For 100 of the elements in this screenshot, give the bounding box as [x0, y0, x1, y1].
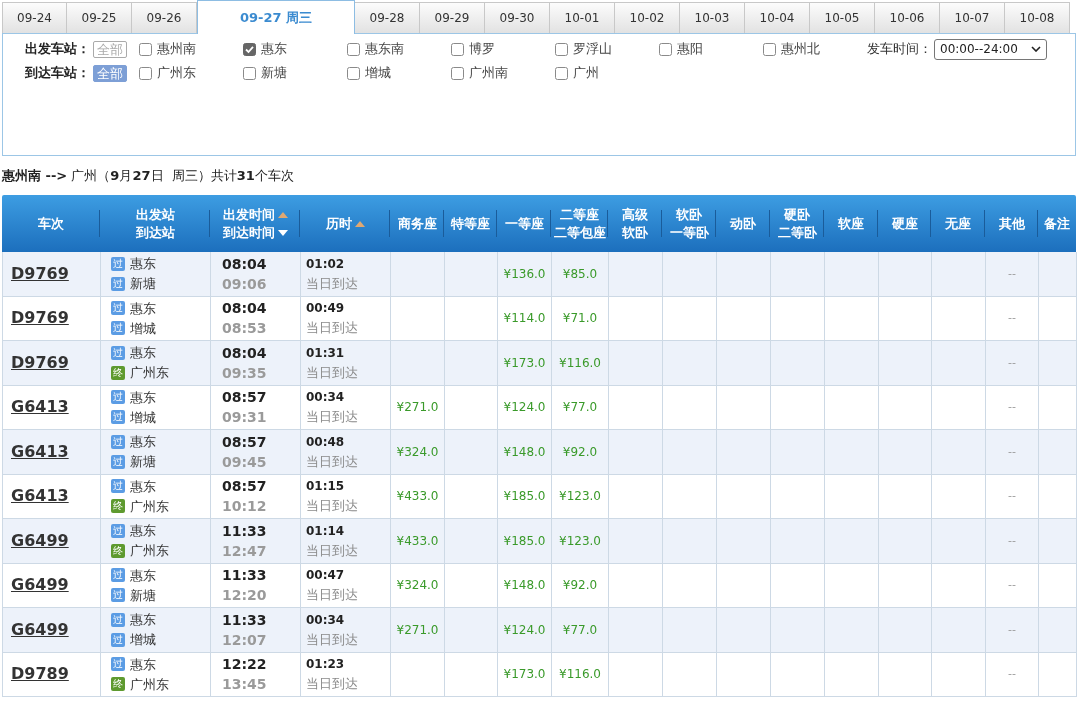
- column-header-label: 软座: [838, 215, 864, 232]
- checkbox[interactable]: [451, 42, 464, 56]
- checkbox[interactable]: [763, 42, 776, 56]
- arrival-day: 当日到达: [306, 496, 390, 517]
- column-header-label: 其他: [998, 215, 1025, 232]
- price-cell[interactable]: ¥116.0: [552, 652, 609, 697]
- date-tab[interactable]: 09-27 周三: [197, 0, 355, 34]
- date-tab[interactable]: 09-29: [420, 2, 485, 33]
- station-name: 惠东: [130, 566, 156, 585]
- station-name: 惠东: [130, 299, 156, 318]
- column-header-label: 特等座: [451, 215, 490, 232]
- arrival-time: 09:35: [222, 363, 268, 383]
- column-header-label: 到达站: [135, 224, 175, 241]
- other-seat-cell: --: [986, 608, 1039, 653]
- duration: 01:14: [306, 522, 346, 540]
- station-type-tag: 过: [111, 276, 125, 291]
- station-name: 惠东: [130, 655, 156, 674]
- sort-up-icon[interactable]: [354, 220, 365, 227]
- departure-time: 11:33: [222, 610, 268, 630]
- checkbox[interactable]: [139, 42, 152, 56]
- departure-time: 08:57: [222, 432, 268, 452]
- departure-time: 08:57: [222, 388, 268, 408]
- date-tab[interactable]: 10-05: [810, 2, 875, 33]
- sort-down-icon[interactable]: [277, 229, 288, 236]
- arrival-time: 13:45: [222, 675, 268, 695]
- station-type-tag: 过: [111, 523, 125, 538]
- column-header-label[interactable]: 到达时间: [222, 224, 275, 241]
- station-name: 增城: [130, 631, 156, 649]
- date-tab[interactable]: 10-01: [550, 2, 615, 33]
- column-header-label: 软卧: [676, 206, 702, 223]
- date-tab[interactable]: 09-30: [485, 2, 550, 33]
- train-number-link[interactable]: D9769: [11, 350, 69, 375]
- departure-time: 11:33: [222, 521, 268, 541]
- train-number-link[interactable]: G6413: [11, 484, 69, 509]
- sort-up-icon[interactable]: [277, 211, 288, 218]
- checkbox[interactable]: [555, 42, 568, 56]
- station-option-label[interactable]: 广州东: [157, 63, 196, 83]
- filter-label: 出发车站：: [25, 40, 91, 59]
- date-tab[interactable]: 10-03: [680, 2, 745, 33]
- train-number-link[interactable]: G6413: [11, 439, 69, 464]
- station-option-label[interactable]: 广州南: [469, 63, 508, 83]
- station-option-label[interactable]: 新塘: [261, 63, 287, 83]
- column-header-label[interactable]: 历时: [325, 215, 352, 232]
- train-number-link[interactable]: D9789: [11, 662, 69, 687]
- station-type-tag: 过: [111, 410, 125, 425]
- checkbox[interactable]: [347, 66, 360, 80]
- checkbox[interactable]: [555, 66, 568, 80]
- station-option-label[interactable]: 惠州北: [781, 39, 820, 59]
- checkbox[interactable]: [347, 42, 360, 56]
- time-range-select[interactable]: 00:00--24:00: [934, 38, 1047, 60]
- duration: 00:34: [306, 611, 346, 629]
- date-tab[interactable]: 09-26: [132, 2, 197, 33]
- other-seat-cell: --: [986, 519, 1039, 564]
- station-name: 新塘: [130, 586, 156, 605]
- train-number-link[interactable]: G6499: [11, 573, 69, 598]
- checkbox[interactable]: [659, 42, 672, 56]
- date-tab[interactable]: 09-24: [2, 2, 67, 33]
- station-option-label[interactable]: 惠东南: [365, 39, 404, 59]
- station-type-tag: 终: [111, 677, 125, 692]
- station-option-label[interactable]: 罗浮山: [573, 39, 612, 59]
- other-seat-cell: --: [986, 652, 1039, 697]
- train-number-link[interactable]: G6499: [11, 617, 69, 642]
- station-name: 新塘: [130, 275, 156, 293]
- station-option-label[interactable]: 增城: [365, 63, 391, 83]
- station-option-label[interactable]: 惠阳: [677, 39, 703, 59]
- price-cell[interactable]: ¥173.0: [498, 652, 552, 697]
- checkbox[interactable]: [243, 42, 256, 56]
- checkbox[interactable]: [139, 66, 152, 80]
- checkbox[interactable]: [243, 66, 256, 80]
- other-seat-cell: --: [986, 430, 1039, 475]
- checkbox[interactable]: [451, 66, 464, 80]
- train-number-link[interactable]: G6499: [11, 528, 69, 553]
- station-name: 增城: [130, 319, 156, 338]
- date-tab[interactable]: 10-02: [615, 2, 680, 33]
- column-header-label[interactable]: 出发时间: [222, 206, 275, 223]
- date-tab[interactable]: 10-07: [940, 2, 1005, 33]
- date-tab[interactable]: 09-25: [67, 2, 132, 33]
- date-tab[interactable]: 09-28: [355, 2, 420, 33]
- train-number-link[interactable]: D9769: [11, 261, 69, 286]
- arrival-day: 当日到达: [306, 407, 390, 428]
- train-number-link[interactable]: G6413: [11, 395, 69, 420]
- departure-time: 08:04: [222, 299, 268, 319]
- duration: 00:47: [306, 567, 346, 585]
- date-tab[interactable]: 10-04: [745, 2, 810, 33]
- arrival-day: 当日到达: [306, 674, 390, 695]
- station-option-label[interactable]: 博罗: [469, 39, 495, 59]
- station-option-label[interactable]: 惠东: [261, 39, 287, 59]
- arrival-time: 09:06: [222, 274, 268, 294]
- other-seat-cell: --: [986, 341, 1039, 386]
- select-value: 00:00--24:00: [940, 41, 1018, 58]
- column-header-label: 出发站: [135, 206, 175, 223]
- station-type-tag: 过: [111, 454, 125, 469]
- station-option-label[interactable]: 惠州南: [157, 39, 196, 59]
- station-type-tag: 过: [111, 479, 125, 494]
- column-header-label: 硬卧: [784, 206, 810, 223]
- date-tab[interactable]: 10-06: [875, 2, 940, 33]
- date-tab[interactable]: 10-08: [1005, 2, 1070, 33]
- station-name: 惠东: [130, 477, 156, 496]
- train-number-link[interactable]: D9769: [11, 306, 69, 331]
- station-option-label[interactable]: 广州: [573, 63, 599, 83]
